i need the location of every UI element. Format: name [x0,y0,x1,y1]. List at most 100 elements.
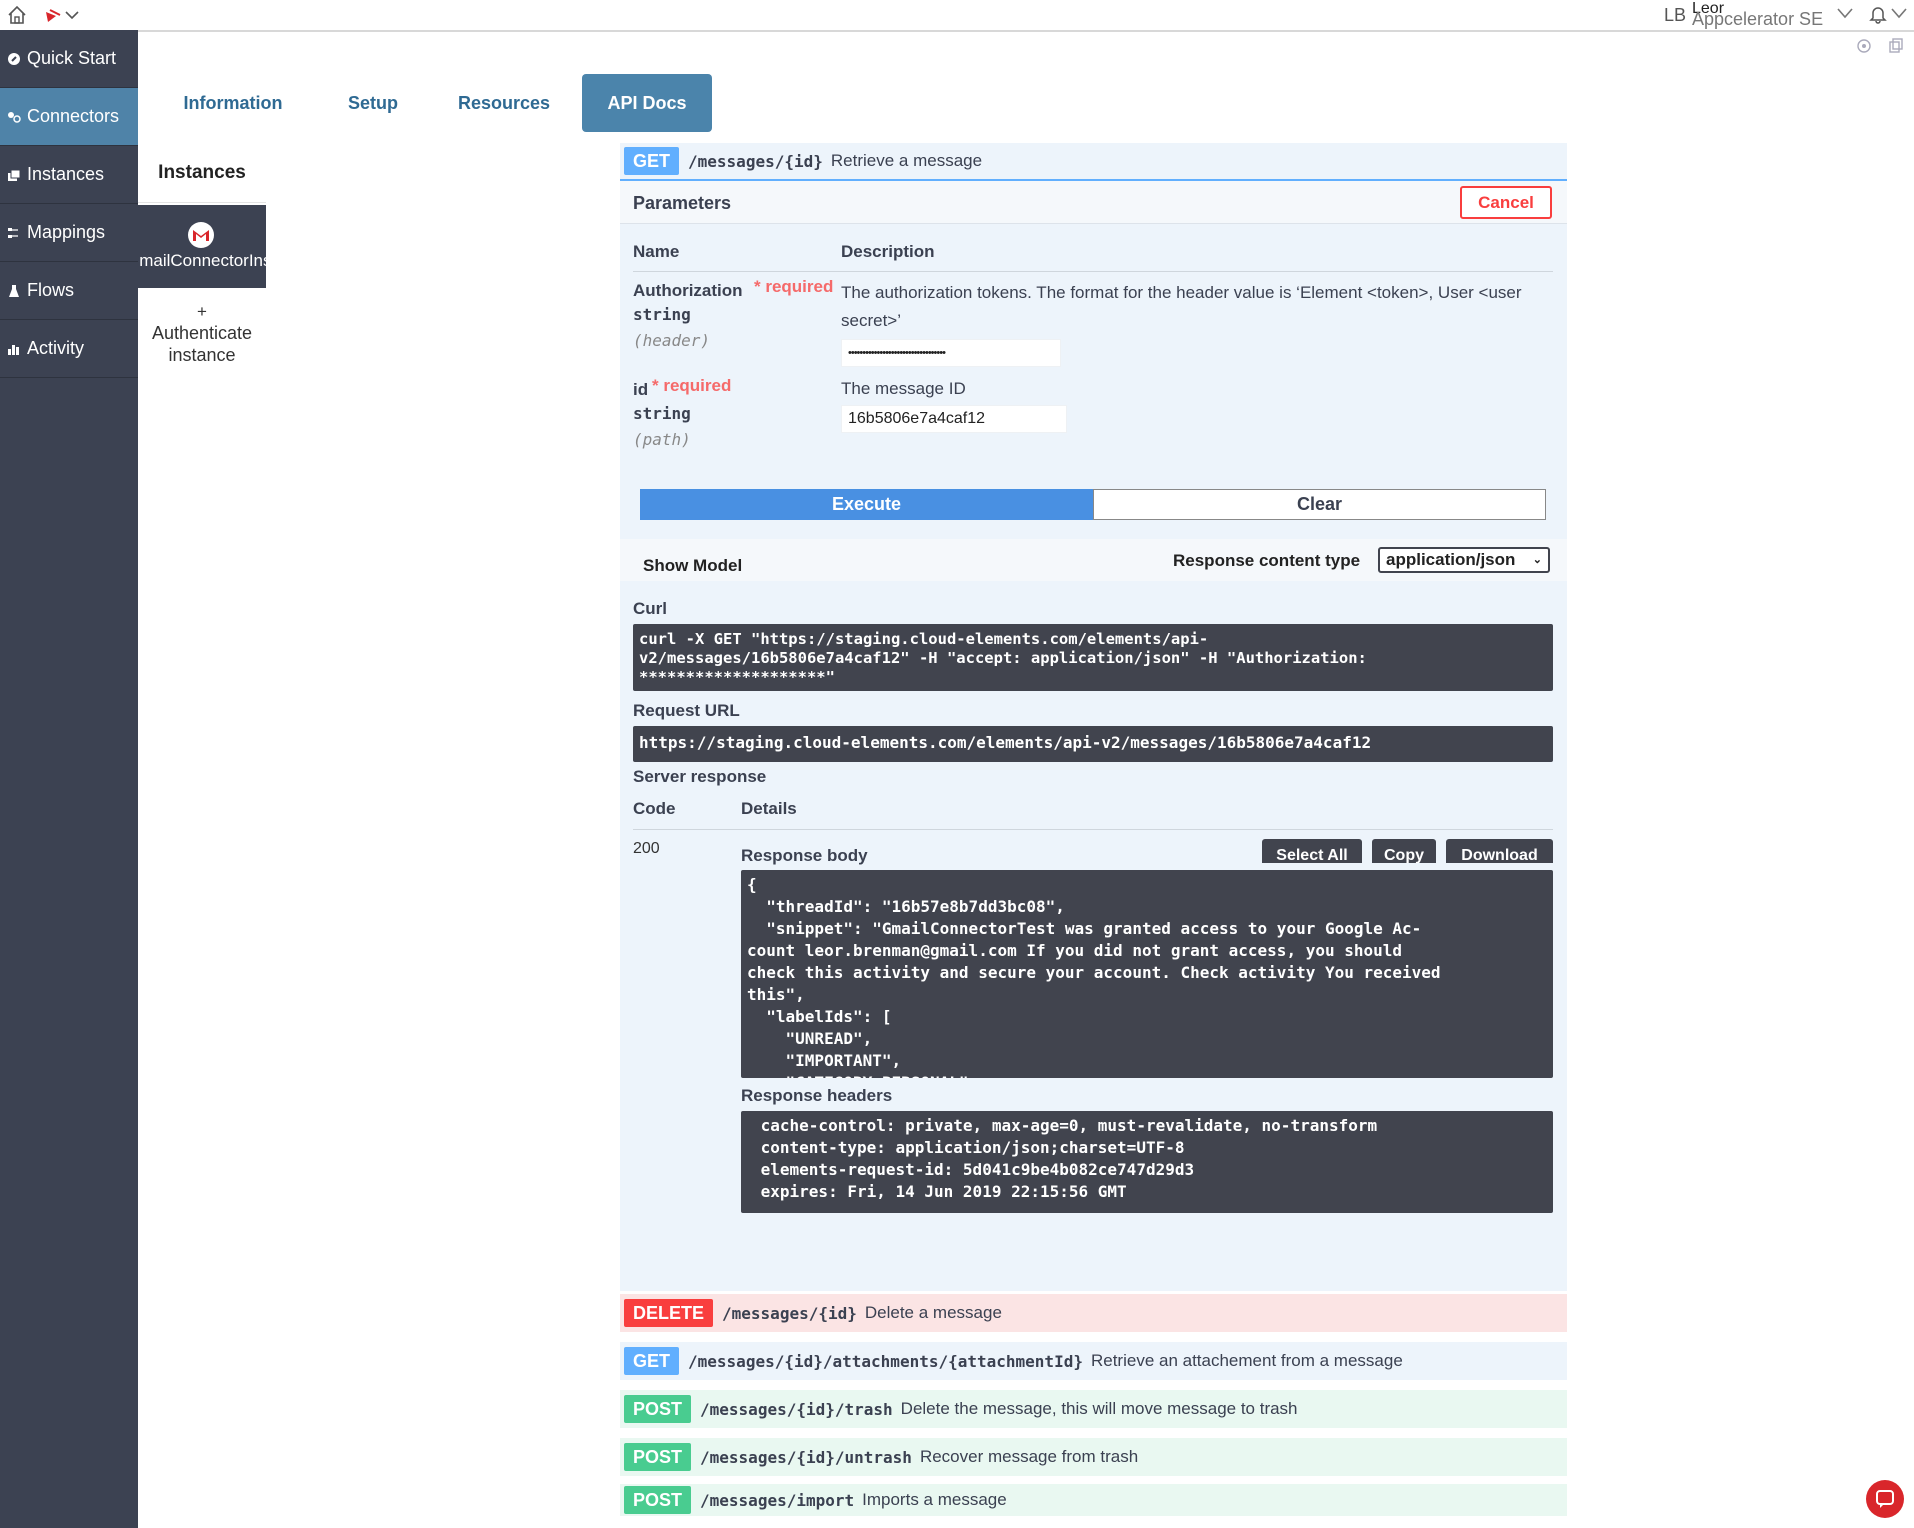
operation-row-trash[interactable]: POST /messages/{id}/trash Delete the mes… [620,1390,1567,1428]
column-name-header: Name [633,242,680,261]
clear-button[interactable]: Clear [1093,489,1546,520]
column-description-header: Description [841,242,935,261]
operation-path: /messages/import [700,1490,855,1510]
org-name[interactable]: Appcelerator SE [1692,9,1823,30]
parameters-bar: Parameters Cancel [620,181,1567,224]
operation-description: Delete the message, this will move messa… [900,1399,1298,1418]
divider [633,271,1553,272]
sidebar-item-label: Flows [27,280,75,300]
sidebar-item-label: Instances [27,164,105,184]
plus-icon[interactable]: + [138,302,266,322]
operation-panel: GET /messages/{id} Retrieve a message Pa… [620,143,1567,1291]
select-value: application/json [1386,550,1516,569]
instance-name: GmailConnectorInstance [138,251,266,270]
select-all-button[interactable]: Select All [1262,839,1362,863]
param-required: * required [652,376,732,395]
flask-icon [9,284,19,297]
id-input[interactable]: 16b5806e7a4caf12 [841,405,1067,433]
stack-icon [8,169,21,181]
bar-chart-icon [8,344,19,355]
operation-path: /messages/{id}/untrash [700,1447,912,1467]
sidebar-item-flows[interactable]: Flows [0,262,138,320]
chevron-down-icon[interactable] [1890,6,1908,20]
operation-row-get-attachment[interactable]: GET /messages/{id}/attachments/{attachme… [620,1342,1567,1380]
method-badge: GET [624,1347,680,1375]
instance-card[interactable]: GmailConnectorInstance [138,205,266,288]
user-initials[interactable]: LB [1664,5,1686,26]
sidebar-item-label: Mappings [27,222,106,242]
authenticate-instance-link[interactable]: Authenticate instance [138,322,266,366]
response-headers-label: Response headers [741,1086,893,1105]
response-headers-code[interactable]: cache-control: private, max-age=0, must-… [741,1111,1553,1213]
tab-information[interactable]: Information [160,74,306,132]
request-url-label: Request URL [633,701,740,720]
request-url-code[interactable]: https://staging.cloud-elements.com/eleme… [633,726,1553,762]
response-content-type-select[interactable]: application/json ⌄ [1378,547,1550,573]
param-description: The message ID [841,379,966,398]
method-badge: POST [624,1395,692,1423]
operation-path: /messages/{id} [688,151,823,171]
show-model-toggle[interactable]: Show Model [643,556,742,576]
authorization-input[interactable]: •••••••••••••••••••••••••••••••••• [841,339,1061,367]
tab-setup[interactable]: Setup [330,74,416,132]
operation-description: Retrieve a message [830,151,983,170]
curl-label: Curl [633,599,667,618]
chevron-down-icon[interactable] [1836,6,1854,20]
home-icon[interactable] [6,4,28,26]
gmail-icon [188,222,214,248]
operation-description: Imports a message [862,1490,1007,1509]
settings-small-icon[interactable] [1856,38,1872,54]
details-column-header: Details [741,799,797,818]
operation-row-untrash[interactable]: POST /messages/{id}/untrash Recover mess… [620,1438,1567,1476]
sidebar: Quick Start Connectors Instances Mapping… [0,30,138,1528]
server-response-label: Server response [633,767,767,786]
method-badge: DELETE [624,1299,714,1327]
param-required: * required [754,277,834,296]
execute-button[interactable]: Execute [640,489,1093,520]
top-bar: LB Leor Appcelerator SE [0,0,1914,32]
response-body-code[interactable]: { "threadId": "16b57e8b7dd3bc08", "snipp… [741,870,1553,1078]
copy-button[interactable]: Copy [1372,839,1436,863]
download-button[interactable]: Download [1446,839,1553,863]
param-name: id [633,380,649,399]
sidebar-item-quick-start[interactable]: Quick Start [0,30,138,88]
response-content-type-label: Response content type [1173,551,1361,570]
sidebar-item-instances[interactable]: Instances [0,146,138,204]
tab-api-docs[interactable]: API Docs [582,74,712,132]
operation-description: Delete a message [864,1303,1002,1322]
operation-row-import[interactable]: POST /messages/import Imports a message [620,1484,1567,1516]
sidebar-item-label: Connectors [27,106,120,126]
mapping-icon [8,227,18,238]
copy-small-icon[interactable] [1888,38,1904,54]
instances-panel-title: Instances [138,144,266,203]
rocket-icon [8,52,20,65]
bell-icon[interactable] [1868,4,1888,24]
param-name: Authorization [633,281,743,300]
operation-path: /messages/{id}/trash [700,1399,893,1419]
sidebar-item-connectors[interactable]: Connectors [0,88,138,146]
param-location: (path) [633,430,691,449]
operation-path: /messages/{id}/attachments/{attachmentId… [688,1351,1083,1371]
chat-support-icon[interactable] [1866,1480,1904,1518]
plug-icon [8,111,21,123]
operation-summary[interactable]: GET /messages/{id} Retrieve a message [620,143,1567,181]
sidebar-item-activity[interactable]: Activity [0,320,138,378]
sidebar-item-label: Activity [27,338,85,358]
operation-row-delete-message[interactable]: DELETE /messages/{id} Delete a message [620,1294,1567,1332]
operation-description: Recover message from trash [919,1447,1139,1466]
response-body-label: Response body [741,846,868,865]
cancel-button[interactable]: Cancel [1460,186,1552,219]
tab-resources[interactable]: Resources [440,74,568,132]
code-column-header: Code [633,799,676,818]
param-description: The authorization tokens. The format for… [841,283,1522,330]
operation-path: /messages/{id} [722,1303,857,1323]
cloud-elements-logo-icon[interactable] [42,6,84,26]
param-location: (header) [633,331,711,350]
chat-bubble-icon [1876,1490,1894,1508]
divider [633,829,1553,830]
method-badge: GET [624,147,680,175]
param-type: string [633,404,691,423]
curl-code[interactable]: curl -X GET "https://staging.cloud-eleme… [633,624,1553,691]
sidebar-item-mappings[interactable]: Mappings [0,204,138,262]
parameters-title: Parameters [633,193,732,213]
